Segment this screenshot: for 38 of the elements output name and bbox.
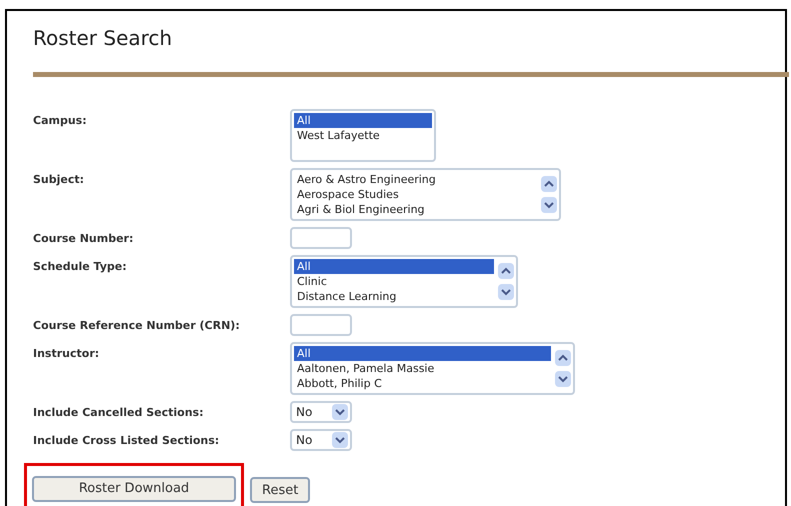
download-button[interactable]: Roster Download bbox=[32, 476, 236, 502]
list-option[interactable]: Abbott, Philip C bbox=[294, 376, 551, 391]
dropdown[interactable]: No bbox=[290, 401, 352, 423]
list-option[interactable]: Aero & Astro Engineering bbox=[294, 172, 537, 187]
scroll-up-icon[interactable] bbox=[498, 263, 514, 279]
scroll-up-icon[interactable] bbox=[555, 350, 571, 366]
field-label: Campus: bbox=[33, 113, 88, 129]
list-option[interactable]: Agri & Biol Engineering bbox=[294, 202, 537, 217]
list-box[interactable]: All Clinic Distance Learning bbox=[290, 255, 518, 308]
list-option[interactable]: All bbox=[294, 259, 494, 274]
page-title: Roster Search bbox=[33, 25, 174, 51]
list-box[interactable]: All Aaltonen, Pamela Massie Abbott, Philip C bbox=[290, 342, 575, 395]
text-field[interactable] bbox=[290, 227, 352, 249]
list-box[interactable]: All West Lafayette bbox=[290, 109, 436, 162]
text-field[interactable] bbox=[290, 314, 352, 336]
field-label: Subject: bbox=[33, 172, 86, 188]
scroll-up-icon[interactable] bbox=[541, 176, 557, 192]
list-option[interactable]: West Lafayette bbox=[294, 128, 432, 143]
list-option[interactable]: All bbox=[294, 113, 432, 128]
list-option[interactable]: Aaltonen, Pamela Massie bbox=[294, 361, 551, 376]
reset-button[interactable]: Reset bbox=[250, 477, 310, 504]
list-option[interactable]: Aerospace Studies bbox=[294, 187, 537, 202]
chevron-down-icon[interactable] bbox=[332, 404, 348, 420]
chevron-down-icon[interactable] bbox=[332, 432, 348, 448]
scroll-down-icon[interactable] bbox=[555, 371, 571, 387]
field-label: Include Cancelled Sections: bbox=[33, 405, 204, 421]
list-option[interactable]: Distance Learning bbox=[294, 289, 494, 304]
field-label: Course Reference Number (CRN): bbox=[33, 318, 241, 334]
scroll-down-icon[interactable] bbox=[541, 197, 557, 213]
list-box[interactable]: Aero & Astro Engineering Aerospace Studies Agri & Biol Engineering bbox=[290, 168, 561, 221]
field-label: Course Number: bbox=[33, 231, 134, 247]
field-label: Schedule Type: bbox=[33, 259, 128, 275]
scroll-down-icon[interactable] bbox=[498, 284, 514, 300]
list-option[interactable]: All bbox=[294, 346, 551, 361]
field-label: Instructor: bbox=[33, 346, 100, 362]
list-option[interactable]: Clinic bbox=[294, 274, 494, 289]
dropdown[interactable]: No bbox=[290, 429, 352, 451]
field-label: Include Cross Listed Sections: bbox=[33, 433, 220, 449]
